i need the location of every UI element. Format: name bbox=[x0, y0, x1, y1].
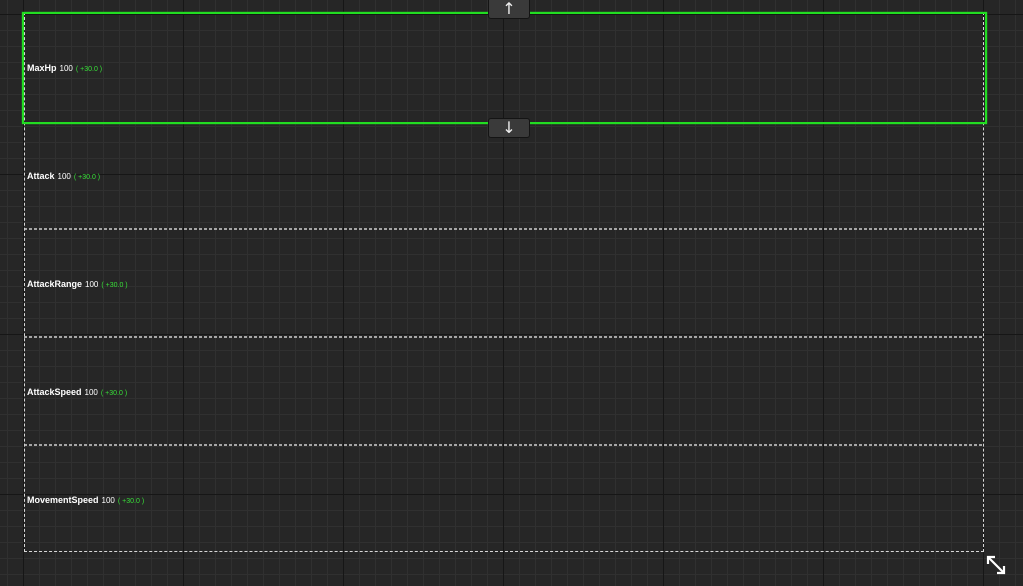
stat-row-movementspeed[interactable]: MovementSpeed 100 ( +30.0 ) bbox=[24, 446, 984, 554]
stat-entry: Attack 100 ( +30.0 ) bbox=[27, 171, 100, 181]
stat-name: AttackSpeed bbox=[27, 387, 82, 397]
stat-bonus: ( +30.0 ) bbox=[73, 174, 101, 181]
resize-diagonal-icon[interactable] bbox=[985, 554, 1007, 576]
stat-row-attackspeed[interactable]: AttackSpeed 100 ( +30.0 ) bbox=[24, 338, 984, 446]
stat-entry: MovementSpeed 100 ( +30.0 ) bbox=[27, 495, 144, 505]
stat-name: MovementSpeed bbox=[27, 495, 99, 505]
stat-value: 100 bbox=[85, 280, 99, 289]
stat-bonus: ( +30.0 ) bbox=[75, 66, 103, 73]
stat-value: 100 bbox=[84, 388, 98, 397]
stat-name: MaxHp bbox=[27, 63, 57, 73]
stat-value: 100 bbox=[101, 496, 115, 505]
stat-row-maxhp[interactable]: MaxHp 100 ( +30.0 ) bbox=[22, 12, 987, 124]
stat-row-attack[interactable]: Attack 100 ( +30.0 ) bbox=[24, 122, 984, 230]
stat-entry: AttackRange 100 ( +30.0 ) bbox=[27, 279, 128, 289]
stat-value: 100 bbox=[57, 172, 71, 181]
stat-name: AttackRange bbox=[27, 279, 83, 289]
stat-bonus: ( +30.0 ) bbox=[100, 390, 128, 397]
stat-bonus: ( +30.0 ) bbox=[117, 498, 145, 505]
stat-entry: AttackSpeed 100 ( +30.0 ) bbox=[27, 387, 127, 397]
move-up-button[interactable]: ↑ bbox=[488, 0, 530, 19]
move-down-button[interactable]: ↓ bbox=[488, 118, 530, 138]
stat-row-attackrange[interactable]: AttackRange 100 ( +30.0 ) bbox=[24, 230, 984, 338]
designer-canvas: MaxHp 100 ( +30.0 ) Attack 100 ( +30.0 )… bbox=[0, 0, 1023, 586]
stat-value: 100 bbox=[59, 64, 73, 73]
stat-name: Attack bbox=[27, 171, 55, 181]
stat-bonus: ( +30.0 ) bbox=[101, 282, 128, 289]
stat-entry: MaxHp 100 ( +30.0 ) bbox=[27, 63, 102, 73]
